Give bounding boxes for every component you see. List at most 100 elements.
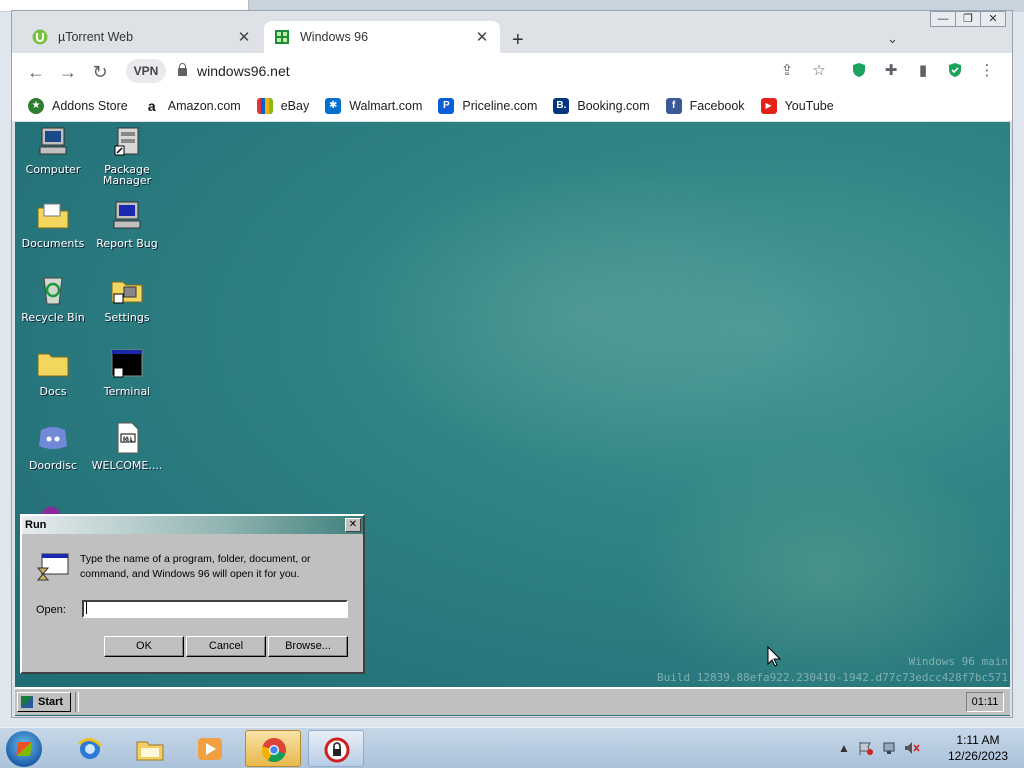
shield-check-icon[interactable] bbox=[946, 62, 964, 80]
file-explorer-icon bbox=[136, 741, 164, 761]
ok-button[interactable]: OK bbox=[104, 636, 184, 657]
taskbar-explorer[interactable] bbox=[122, 730, 178, 767]
system-tray: ▲ 1:11 AM 12/26/2023 bbox=[834, 728, 1024, 768]
desktop-icon-settings[interactable]: Settings bbox=[89, 274, 165, 323]
bookmark-facebook[interactable]: f Facebook bbox=[665, 98, 745, 114]
desktop-icon-computer[interactable]: Computer bbox=[15, 126, 91, 175]
windows96-desktop[interactable]: Computer Package Manager Documents Repor… bbox=[15, 122, 1010, 716]
tab-strip: µTorrent Web ✕ Windows 96 ✕ + ⌄ bbox=[12, 19, 1012, 53]
utorrent-icon bbox=[32, 29, 48, 45]
action-center-flag-icon[interactable] bbox=[858, 741, 874, 758]
toolbar: ← → ↻ VPN windows96.net ⇪ ☆ ✚ ▮ ⋮ bbox=[12, 53, 1012, 91]
bookmark-label: YouTube bbox=[784, 99, 834, 113]
bookmark-booking[interactable]: B. Booking.com bbox=[553, 98, 650, 114]
run-dialog-titlebar[interactable]: Run ✕ bbox=[22, 516, 363, 534]
bookmark-amazon[interactable]: a Amazon.com bbox=[143, 98, 241, 114]
icon-label: Recycle Bin bbox=[21, 311, 85, 324]
reload-button[interactable]: ↻ bbox=[90, 62, 110, 82]
taskbar-media-player[interactable] bbox=[182, 730, 238, 767]
bookmark-label: Walmart.com bbox=[349, 99, 423, 113]
report-bug-icon bbox=[113, 201, 141, 229]
back-button[interactable]: ← bbox=[26, 62, 46, 82]
close-tab-icon[interactable]: ✕ bbox=[474, 28, 490, 46]
new-tab-button[interactable]: + bbox=[512, 29, 524, 52]
open-label: Open: bbox=[36, 604, 66, 616]
terminal-icon bbox=[111, 349, 143, 378]
tab-utorrent[interactable]: µTorrent Web ✕ bbox=[22, 21, 262, 53]
desktop-icon-docs[interactable]: Docs bbox=[15, 348, 91, 397]
browse-button[interactable]: Browse... bbox=[268, 636, 348, 657]
start-button[interactable]: Start bbox=[17, 692, 71, 712]
desktop-icon-report-bug[interactable]: Report Bug bbox=[89, 200, 165, 249]
taskbar-separator bbox=[75, 692, 79, 712]
run-dialog-description: Type the name of a program, folder, docu… bbox=[80, 553, 311, 580]
taskbar-chrome[interactable] bbox=[245, 730, 301, 767]
windows7-taskbar: ▲ 1:11 AM 12/26/2023 bbox=[0, 727, 1024, 768]
icon-label: Report Bug bbox=[96, 237, 158, 250]
desktop-icon-recycle-bin[interactable]: Recycle Bin bbox=[15, 274, 91, 323]
share-icon[interactable]: ⇪ bbox=[778, 62, 796, 80]
bookmark-addons-store[interactable]: ★ Addons Store bbox=[28, 98, 128, 114]
address-bar[interactable]: windows96.net bbox=[170, 59, 840, 83]
windows-start-orb[interactable] bbox=[6, 731, 42, 767]
bookmark-walmart[interactable]: ✱ Walmart.com bbox=[325, 98, 422, 114]
run-icon bbox=[36, 553, 69, 581]
forward-button[interactable]: → bbox=[58, 62, 78, 82]
show-hidden-icons-chevron-icon[interactable]: ▲ bbox=[838, 741, 850, 755]
vpn-extension-icon[interactable] bbox=[850, 62, 868, 80]
icon-label: Settings bbox=[104, 311, 150, 324]
menu-kebab-icon[interactable]: ⋮ bbox=[978, 62, 996, 80]
windows96-logo-icon bbox=[21, 696, 33, 708]
desktop-icon-package-manager[interactable]: Package Manager bbox=[89, 126, 165, 186]
walmart-icon: ✱ bbox=[325, 98, 342, 114]
clock-time: 1:11 AM bbox=[956, 733, 1000, 747]
windows96-icon bbox=[275, 30, 289, 44]
taskbar-ie[interactable] bbox=[62, 730, 118, 767]
tab-search-chevron-icon[interactable]: ⌄ bbox=[887, 31, 902, 47]
bookmark-youtube[interactable]: ▶ YouTube bbox=[760, 98, 834, 114]
bookmark-star-icon[interactable]: ☆ bbox=[810, 62, 828, 80]
close-tab-icon[interactable]: ✕ bbox=[236, 28, 252, 46]
run-dialog: Run ✕ Type the name of a program, folder… bbox=[20, 514, 365, 674]
chrome-icon bbox=[262, 738, 286, 762]
network-icon[interactable] bbox=[882, 741, 898, 758]
vpn-badge[interactable]: VPN bbox=[126, 59, 166, 83]
run-dialog-close-button[interactable]: ✕ bbox=[345, 518, 361, 532]
desktop-icon-documents[interactable]: Documents bbox=[15, 200, 91, 249]
mouse-cursor-icon bbox=[767, 646, 781, 667]
icon-label: Terminal bbox=[103, 385, 151, 398]
icon-label: Docs bbox=[39, 385, 67, 398]
media-player-icon bbox=[198, 738, 222, 760]
booking-icon: B. bbox=[553, 98, 570, 114]
markdown-file-icon: M↓ bbox=[117, 422, 139, 454]
cancel-button[interactable]: Cancel bbox=[186, 636, 266, 657]
recycle-bin-icon bbox=[43, 277, 63, 305]
amazon-icon: a bbox=[143, 98, 160, 114]
tab-windows96[interactable]: Windows 96 ✕ bbox=[264, 21, 500, 53]
internet-explorer-icon bbox=[77, 738, 103, 759]
desktop-icon-welcome[interactable]: M↓ WELCOME.... bbox=[89, 422, 165, 471]
side-panel-icon[interactable]: ▮ bbox=[914, 62, 932, 80]
icon-label: Computer bbox=[25, 163, 81, 176]
tab-title: µTorrent Web bbox=[58, 30, 134, 44]
build-line-1: Windows 96 main bbox=[908, 655, 1008, 668]
taskbar-vpn-app[interactable] bbox=[308, 730, 364, 767]
bookmarks-bar: ★ Addons Store a Amazon.com eBay ✱ Walmart.… bbox=[12, 91, 1012, 121]
volume-muted-icon[interactable] bbox=[904, 741, 920, 758]
addons-store-icon: ★ bbox=[28, 98, 44, 114]
docs-folder-icon bbox=[37, 353, 69, 377]
run-dialog-title: Run bbox=[25, 519, 47, 531]
icon-label: WELCOME.... bbox=[91, 459, 163, 472]
extensions-puzzle-icon[interactable]: ✚ bbox=[882, 62, 900, 80]
open-input[interactable] bbox=[82, 600, 348, 618]
bookmark-ebay[interactable]: eBay bbox=[256, 98, 310, 114]
system-clock[interactable]: 1:11 AM 12/26/2023 bbox=[948, 732, 1008, 764]
lock-icon bbox=[178, 63, 187, 76]
build-watermark: Windows 96 main Build 12839.88efa922.230… bbox=[657, 654, 1008, 686]
wallpaper-cloud bbox=[335, 162, 835, 462]
bookmark-label: eBay bbox=[280, 99, 310, 113]
bookmark-priceline[interactable]: P Priceline.com bbox=[438, 98, 537, 114]
desktop-icon-terminal[interactable]: Terminal bbox=[89, 348, 165, 397]
desktop-icon-doordisc[interactable]: Doordisc bbox=[15, 422, 91, 471]
priceline-icon: P bbox=[438, 98, 455, 114]
